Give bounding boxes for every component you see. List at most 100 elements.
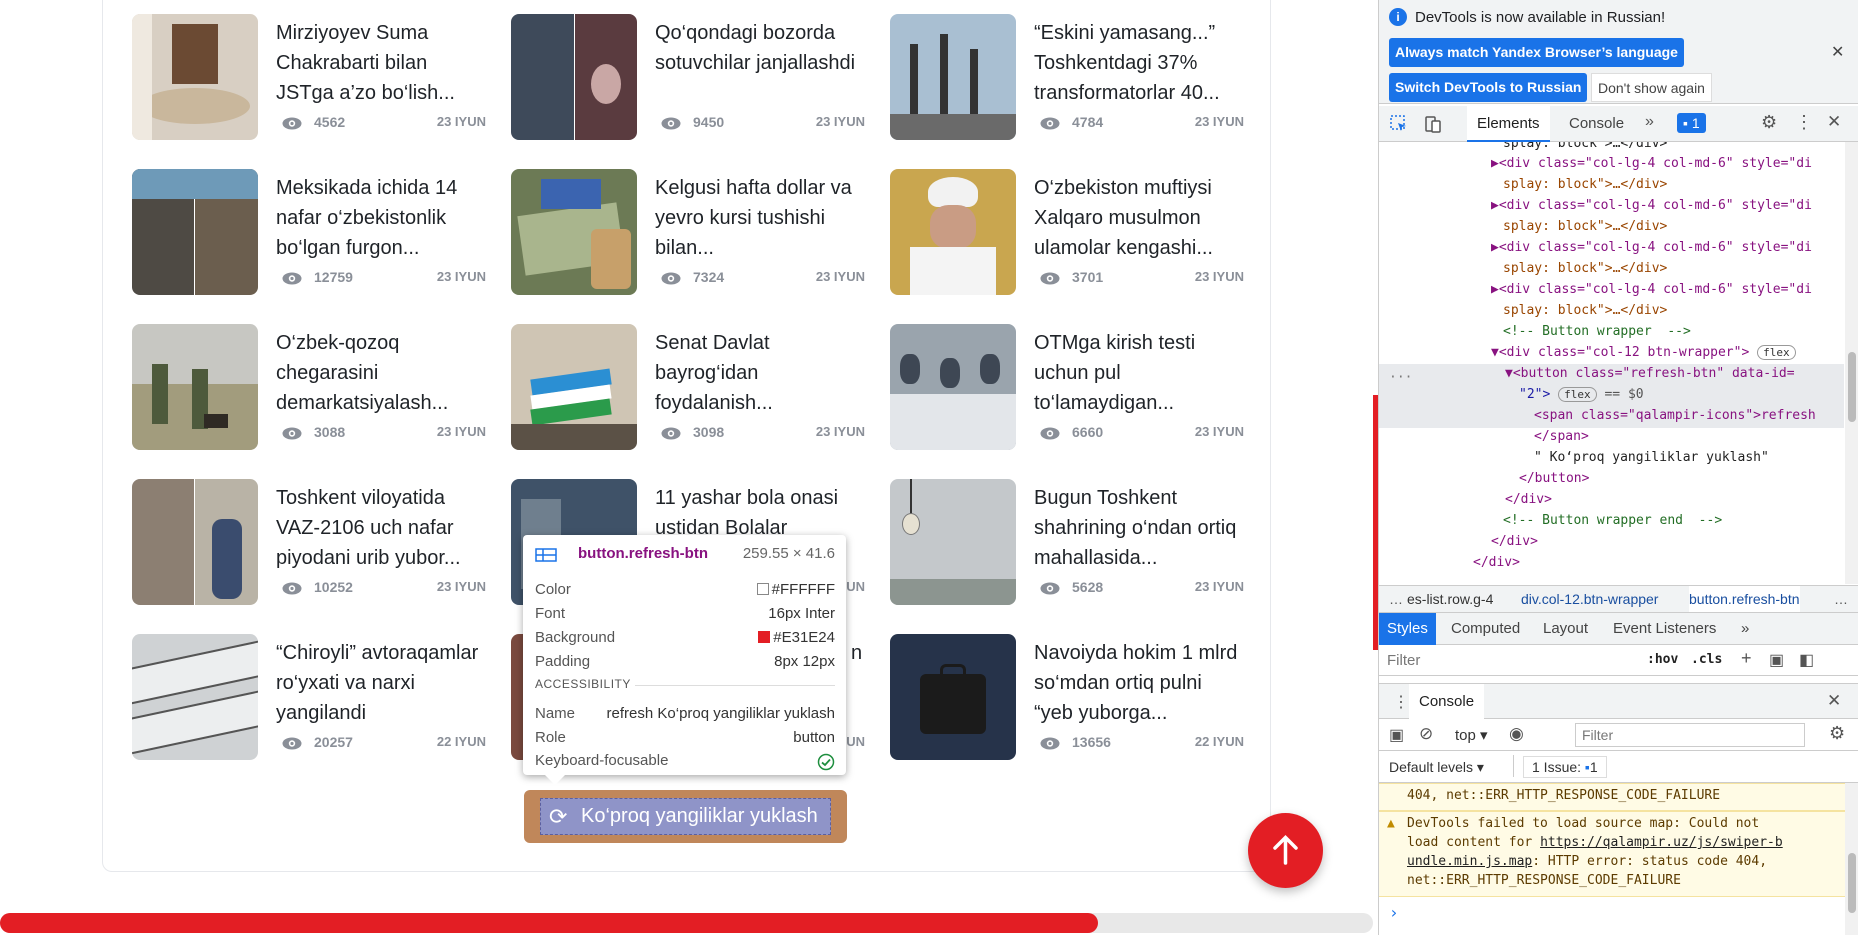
news-thumbnail[interactable] (890, 169, 1016, 295)
settings-gear-icon[interactable]: ⚙ (1761, 112, 1777, 133)
news-title[interactable]: O‘zbekiston muftiysi Xalqaro musulmon ul… (1034, 173, 1244, 263)
always-match-language-button[interactable]: Always match Yandex Browser’s language (1389, 38, 1684, 67)
context-select[interactable]: top ▾ (1455, 726, 1488, 744)
news-thumbnail[interactable] (132, 634, 258, 760)
breadcrumb-ellipsis[interactable]: … (1834, 586, 1848, 612)
news-thumbnail[interactable] (890, 634, 1016, 760)
scroll-thumb[interactable] (1848, 853, 1856, 913)
news-title[interactable]: “Chiroyli” avtoraqamlar ro‘yxati va narx… (276, 638, 486, 728)
news-item[interactable]: O‘zbekiston muftiysi Xalqaro musulmon ul… (890, 169, 1250, 295)
dom-line[interactable]: ▼<div class="col-12 btn-wrapper"> flex (1491, 343, 1796, 363)
inspect-element-icon[interactable] (1389, 114, 1409, 134)
scroll-to-top-button[interactable] (1248, 813, 1323, 888)
console-prompt[interactable]: › (1389, 903, 1399, 922)
news-thumbnail[interactable] (890, 14, 1016, 140)
console-settings-gear-icon[interactable]: ⚙ (1829, 723, 1845, 744)
news-item[interactable]: Senat Davlat bayrog‘idan foydalanish... … (511, 324, 871, 450)
dom-line[interactable]: <span class="qalampir-icons">refresh (1534, 406, 1816, 426)
tab-elements[interactable]: Elements (1467, 106, 1550, 142)
more-tabs-icon[interactable]: » (1733, 613, 1757, 645)
dom-line[interactable]: splay: block">…</div> (1503, 259, 1667, 279)
load-more-button[interactable]: ⟳ Ko‘proq yangiliklar yuklash (524, 790, 847, 843)
drawer-tab-console[interactable]: Console (1409, 684, 1485, 720)
dom-line[interactable]: " Ko‘proq yangiliklar yuklash" (1534, 448, 1769, 468)
tab-computed[interactable]: Computed (1443, 613, 1528, 645)
console-sidebar-icon[interactable]: ▣ (1389, 725, 1404, 745)
elements-scrollbar[interactable] (1845, 142, 1858, 584)
dom-line[interactable]: splay: block">…</div> (1503, 301, 1667, 321)
breadcrumb-item[interactable]: es-list.row.g-4 (1407, 586, 1493, 612)
news-item[interactable]: O‘zbek-qozoq chegarasini demarkatsiyalas… (132, 324, 492, 450)
news-thumbnail[interactable] (132, 169, 258, 295)
news-item[interactable]: Navoiyda hokim 1 mlrd so‘mdan ortiq puln… (890, 634, 1250, 760)
styles-filter-input[interactable]: Filter (1387, 652, 1420, 669)
breadcrumb-item[interactable]: button.refresh-btn (1689, 586, 1800, 612)
news-thumbnail[interactable] (511, 14, 637, 140)
console-messages[interactable]: 404, net::ERR_HTTP_RESPONSE_CODE_FAILURE… (1379, 783, 1845, 935)
source-map-link[interactable]: https://qalampir.uz/js/swiper-b (1540, 835, 1783, 850)
switch-to-russian-button[interactable]: Switch DevTools to Russian (1389, 73, 1588, 102)
dom-line[interactable]: "2"> flex == $0 (1519, 385, 1644, 405)
dom-line[interactable]: <!-- Button wrapper --> (1503, 322, 1691, 342)
news-title[interactable]: O‘zbek-qozoq chegarasini demarkatsiyalas… (276, 328, 486, 418)
source-map-link[interactable]: undle.min.js.map (1407, 854, 1532, 869)
new-rule-icon[interactable]: + (1741, 648, 1752, 669)
news-item[interactable]: OTMga kirish testi uchun pul to‘lamaydig… (890, 324, 1250, 450)
console-warning[interactable]: 404, net::ERR_HTTP_RESPONSE_CODE_FAILURE (1379, 783, 1845, 811)
page-progress-bar[interactable] (0, 913, 1099, 933)
console-filter-input[interactable]: Filter (1575, 723, 1805, 747)
news-title[interactable]: Qo‘qondagi bozorda sotuvchilar janjallas… (655, 18, 865, 108)
dom-line[interactable]: </div> (1491, 532, 1538, 552)
kebab-menu-icon[interactable]: ⋮ (1795, 112, 1813, 133)
news-title[interactable]: Senat Davlat bayrog‘idan foydalanish... (655, 328, 865, 418)
news-item[interactable]: “Eskini yamasang...” Toshkentdagi 37% tr… (890, 14, 1250, 140)
close-icon[interactable]: ✕ (1831, 42, 1844, 62)
cls-toggle[interactable]: .cls (1691, 652, 1722, 667)
breadcrumb-ellipsis[interactable]: … (1389, 586, 1403, 612)
news-item[interactable]: Toshkent viloyatida VAZ-2106 uch nafar p… (132, 479, 492, 605)
news-thumbnail[interactable] (511, 169, 637, 295)
dom-line[interactable]: splay: block">…</div> (1503, 142, 1667, 154)
dom-line[interactable]: </span> (1534, 427, 1589, 447)
dom-line[interactable]: ▶<div class="col-lg-4 col-md-6" style="d… (1491, 154, 1812, 174)
scroll-thumb[interactable] (1848, 352, 1856, 422)
flex-badge[interactable]: flex (1757, 345, 1796, 360)
tab-event-listeners[interactable]: Event Listeners (1605, 613, 1724, 645)
toggle-sidebar-icon[interactable]: ◧ (1799, 650, 1814, 670)
news-thumbnail[interactable] (890, 324, 1016, 450)
news-title[interactable]: Toshkent viloyatida VAZ-2106 uch nafar p… (276, 483, 486, 573)
news-title[interactable]: Mirziyoyev Suma Chakrabarti bilan JSTga … (276, 18, 486, 108)
device-toolbar-icon[interactable] (1423, 114, 1443, 134)
dom-line[interactable]: </div> (1473, 553, 1520, 573)
tab-console[interactable]: Console (1559, 106, 1634, 142)
news-thumbnail[interactable] (132, 324, 258, 450)
dom-line[interactable]: splay: block">…</div> (1503, 175, 1667, 195)
news-item[interactable]: Meksikada ichida 14 nafar o‘zbekistonlik… (132, 169, 492, 295)
node-actions-ellipsis[interactable]: ··· (1389, 368, 1412, 388)
clear-console-icon[interactable]: ⊘ (1419, 724, 1433, 744)
news-item[interactable]: Mirziyoyev Suma Chakrabarti bilan JSTga … (132, 14, 492, 140)
flex-badge[interactable]: flex (1558, 387, 1597, 402)
breadcrumb-item[interactable]: div.col-12.btn-wrapper (1521, 586, 1658, 612)
news-title[interactable]: Meksikada ichida 14 nafar o‘zbekistonlik… (276, 173, 486, 263)
console-warning[interactable]: ▲ DevTools failed to load source map: Co… (1379, 811, 1845, 897)
close-drawer-icon[interactable]: ✕ (1827, 691, 1841, 711)
dom-line[interactable]: ▼<button class="refresh-btn" data-id= (1505, 364, 1795, 384)
news-item[interactable]: Bugun Toshkent shahrining o‘ndan ortiq m… (890, 479, 1250, 605)
news-thumbnail[interactable] (511, 324, 637, 450)
news-title[interactable]: Bugun Toshkent shahrining o‘ndan ortiq m… (1034, 483, 1244, 573)
live-expression-eye-icon[interactable]: ◉ (1509, 724, 1524, 744)
tab-layout[interactable]: Layout (1535, 613, 1596, 645)
issues-badge[interactable]: ▪ 1 (1677, 113, 1706, 133)
dom-line[interactable]: ▶<div class="col-lg-4 col-md-6" style="d… (1491, 238, 1812, 258)
more-tabs-icon[interactable]: » (1645, 113, 1654, 131)
dom-line[interactable]: <!-- Button wrapper end --> (1503, 511, 1722, 531)
hov-toggle[interactable]: :hov (1647, 652, 1678, 667)
news-item[interactable]: “Chiroyli” avtoraqamlar ro‘yxati va narx… (132, 634, 492, 760)
log-levels-select[interactable]: Default levels ▾ (1389, 759, 1484, 776)
news-title[interactable]: OTMga kirish testi uchun pul to‘lamaydig… (1034, 328, 1244, 418)
dom-line[interactable]: splay: block">…</div> (1503, 217, 1667, 237)
news-thumbnail[interactable] (890, 479, 1016, 605)
news-title[interactable]: n (851, 638, 871, 728)
dont-show-again-button[interactable]: Don't show again (1591, 73, 1712, 102)
